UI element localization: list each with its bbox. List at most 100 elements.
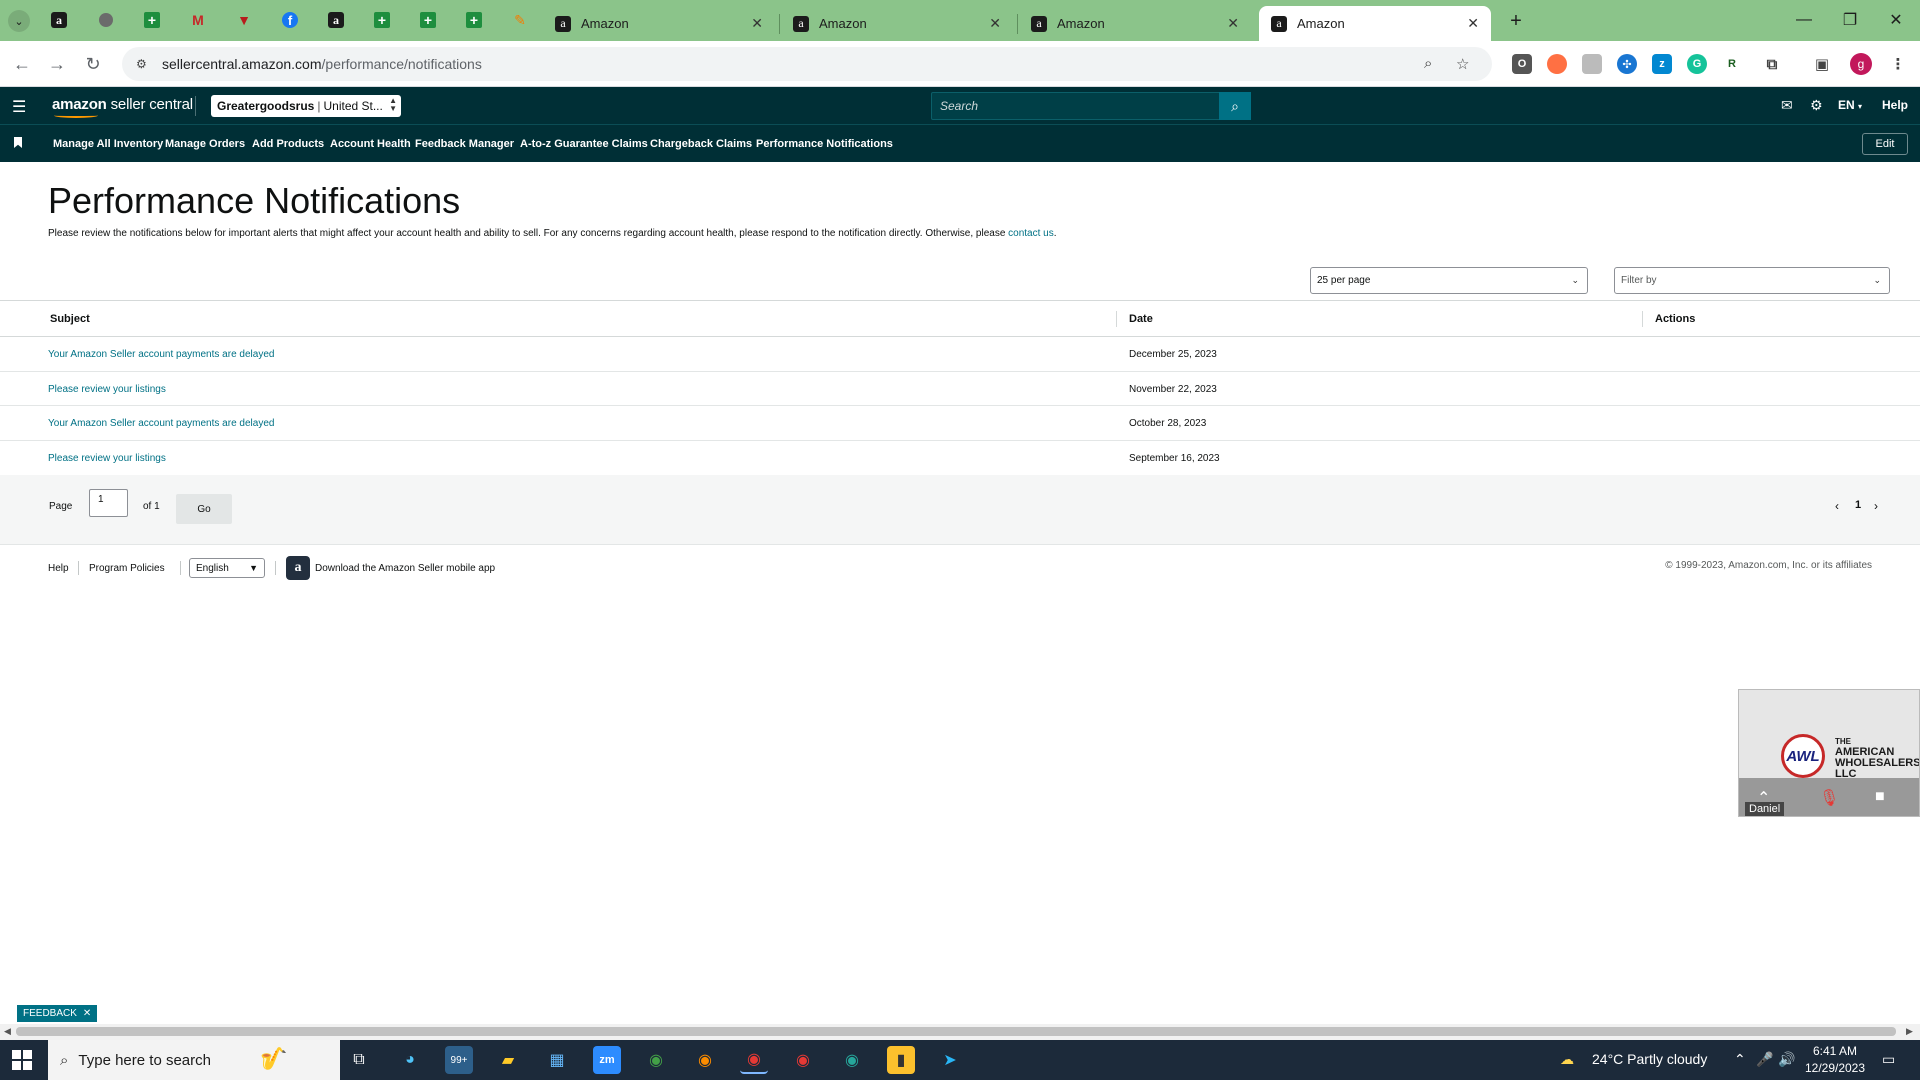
reload-button[interactable]: ↻: [79, 50, 107, 78]
chrome-profile-icon[interactable]: ◉: [691, 1046, 719, 1074]
chrome-icon[interactable]: ◉: [642, 1046, 670, 1074]
nav-manage-all-inventory[interactable]: Manage All Inventory: [53, 138, 163, 150]
telegram-icon[interactable]: ➤: [936, 1046, 964, 1074]
bookmark-star-icon[interactable]: ☆: [1456, 55, 1469, 73]
side-panel-icon[interactable]: ▣: [1812, 54, 1832, 74]
gear-icon[interactable]: ⚙: [1810, 97, 1823, 114]
pinned-tab-sheets-3[interactable]: +: [415, 8, 441, 32]
mail-app-icon[interactable]: 99+: [445, 1046, 473, 1074]
extension-zm-icon[interactable]: z: [1652, 54, 1672, 74]
close-icon[interactable]: ✕: [989, 15, 1001, 32]
zoom-video-float[interactable]: AWL THE AMERICAN WHOLESALERS LLC ⌃ Danie…: [1738, 689, 1920, 817]
pinned-tab-sheets-4[interactable]: +: [461, 8, 487, 32]
horizontal-scrollbar[interactable]: ◀ ▶: [0, 1024, 1920, 1040]
weather-icon[interactable]: ☁: [1560, 1051, 1574, 1068]
chrome-red-icon[interactable]: ◉: [789, 1046, 817, 1074]
scrollbar-thumb[interactable]: [16, 1027, 1896, 1036]
close-icon[interactable]: ✕: [1467, 15, 1479, 32]
pinned-tab-sheets[interactable]: +: [139, 8, 165, 32]
feedback-button[interactable]: FEEDBACK ✕: [17, 1005, 98, 1022]
nav-performance-notifications[interactable]: Performance Notifications: [756, 138, 893, 150]
footer-language-select[interactable]: English ▼: [189, 558, 265, 578]
pinned-tab-amazon-2[interactable]: a: [323, 8, 349, 32]
scroll-left-icon[interactable]: ◀: [4, 1026, 11, 1037]
back-button[interactable]: ←: [8, 50, 36, 78]
browser-tab-2[interactable]: a Amazon ✕: [781, 6, 1013, 41]
search-input[interactable]: Search: [931, 92, 1251, 120]
video-camera-icon[interactable]: ■: [1875, 788, 1885, 806]
amazon-seller-app-icon[interactable]: a: [286, 556, 310, 580]
close-window-button[interactable]: ✕: [1876, 6, 1916, 34]
per-page-select[interactable]: 25 per page ⌄: [1310, 267, 1588, 294]
microphone-icon[interactable]: 🎤: [1756, 1051, 1773, 1068]
pinned-tab-sheets-2[interactable]: +: [369, 8, 395, 32]
browser-tab-1[interactable]: a Amazon ✕: [543, 6, 775, 41]
task-view-icon[interactable]: ⧉: [345, 1046, 373, 1074]
footer-help-link[interactable]: Help: [48, 563, 69, 574]
column-header-date[interactable]: Date: [1129, 313, 1153, 325]
download-app-link[interactable]: Download the Amazon Seller mobile app: [315, 563, 495, 574]
nav-account-health[interactable]: Account Health: [330, 138, 411, 150]
sticky-notes-icon[interactable]: ▮: [887, 1046, 915, 1074]
tab-search-button[interactable]: ⌄: [8, 10, 30, 32]
zoom-app-icon[interactable]: zm: [593, 1046, 621, 1074]
pinned-tab-facebook[interactable]: f: [277, 8, 303, 32]
site-info-icon[interactable]: ⚙: [136, 57, 152, 71]
notification-subject-link[interactable]: Your Amazon Seller account payments are …: [48, 418, 274, 429]
browser-tab-active[interactable]: a Amazon ✕: [1259, 6, 1491, 41]
profile-avatar[interactable]: g: [1850, 53, 1872, 75]
close-icon[interactable]: ✕: [751, 15, 763, 32]
weather-text[interactable]: 24°C Partly cloudy: [1592, 1051, 1707, 1067]
close-icon[interactable]: ✕: [83, 1008, 91, 1019]
search-button[interactable]: ⌕: [1219, 92, 1251, 120]
bookmark-icon[interactable]: [14, 137, 22, 148]
scroll-right-icon[interactable]: ▶: [1906, 1026, 1913, 1037]
next-page-icon[interactable]: ›: [1874, 499, 1878, 513]
forward-button[interactable]: →: [43, 50, 71, 78]
page-number-input[interactable]: 1: [89, 489, 128, 517]
column-header-subject[interactable]: Subject: [50, 313, 90, 325]
prev-page-icon[interactable]: ‹: [1835, 499, 1839, 513]
filter-by-select[interactable]: Filter by ⌄: [1614, 267, 1890, 294]
microsoft-store-icon[interactable]: ▦: [543, 1046, 571, 1074]
notification-subject-link[interactable]: Your Amazon Seller account payments are …: [48, 349, 274, 360]
address-bar[interactable]: ⚙ sellercentral.amazon.com/performance/n…: [122, 47, 1492, 81]
seller-central-logo[interactable]: amazon seller central: [52, 96, 193, 113]
nav-chargeback-claims[interactable]: Chargeback Claims: [650, 138, 752, 150]
zoom-magnifier-icon[interactable]: ⌕: [1424, 55, 1432, 72]
help-link[interactable]: Help: [1882, 98, 1908, 112]
chrome-active-icon[interactable]: ◉: [740, 1046, 768, 1074]
file-explorer-icon[interactable]: ▰: [494, 1046, 522, 1074]
nav-manage-orders[interactable]: Manage Orders: [165, 138, 245, 150]
extension-orange-icon[interactable]: [1547, 54, 1567, 74]
new-tab-button[interactable]: +: [1502, 8, 1530, 34]
chevron-up-icon[interactable]: ⌃: [1734, 1051, 1746, 1068]
pinned-tab-amazon[interactable]: a: [46, 8, 72, 32]
edge-icon[interactable]: ◕: [396, 1046, 424, 1074]
pinned-tab-red[interactable]: ▼: [231, 8, 257, 32]
hamburger-menu-icon[interactable]: ☰: [12, 97, 26, 117]
speaker-icon[interactable]: 🔊: [1778, 1051, 1795, 1068]
footer-program-policies-link[interactable]: Program Policies: [89, 563, 165, 574]
extension-rs-icon[interactable]: R: [1722, 54, 1742, 74]
contact-us-link[interactable]: contact us: [1008, 228, 1054, 239]
nav-a-to-z-claims[interactable]: A-to-z Guarantee Claims: [520, 138, 648, 150]
pinned-tab-pencil[interactable]: ✎: [507, 8, 533, 32]
minimize-button[interactable]: —: [1784, 6, 1824, 34]
language-menu[interactable]: EN ▾: [1838, 98, 1862, 112]
mic-muted-icon[interactable]: 🎙: [1819, 788, 1839, 808]
extension-off-icon[interactable]: O: [1512, 54, 1532, 74]
edit-nav-button[interactable]: Edit: [1862, 133, 1908, 155]
go-button[interactable]: Go: [176, 494, 232, 524]
chrome-teal-icon[interactable]: ◉: [838, 1046, 866, 1074]
browser-tab-3[interactable]: a Amazon ✕: [1019, 6, 1251, 41]
notification-subject-link[interactable]: Please review your listings: [48, 453, 166, 464]
pinned-tab-grey[interactable]: [93, 8, 119, 32]
account-switcher[interactable]: Greatergoodsrus | United St... ▲ ▼: [211, 95, 401, 117]
close-icon[interactable]: ✕: [1227, 15, 1239, 32]
pinned-tab-gmail[interactable]: M: [185, 8, 211, 32]
taskbar-clock[interactable]: 6:41 AM 12/29/2023: [1800, 1043, 1870, 1077]
extension-grey-icon[interactable]: [1582, 54, 1602, 74]
nav-add-products[interactable]: Add Products: [252, 138, 324, 150]
restore-button[interactable]: ❐: [1830, 6, 1870, 34]
